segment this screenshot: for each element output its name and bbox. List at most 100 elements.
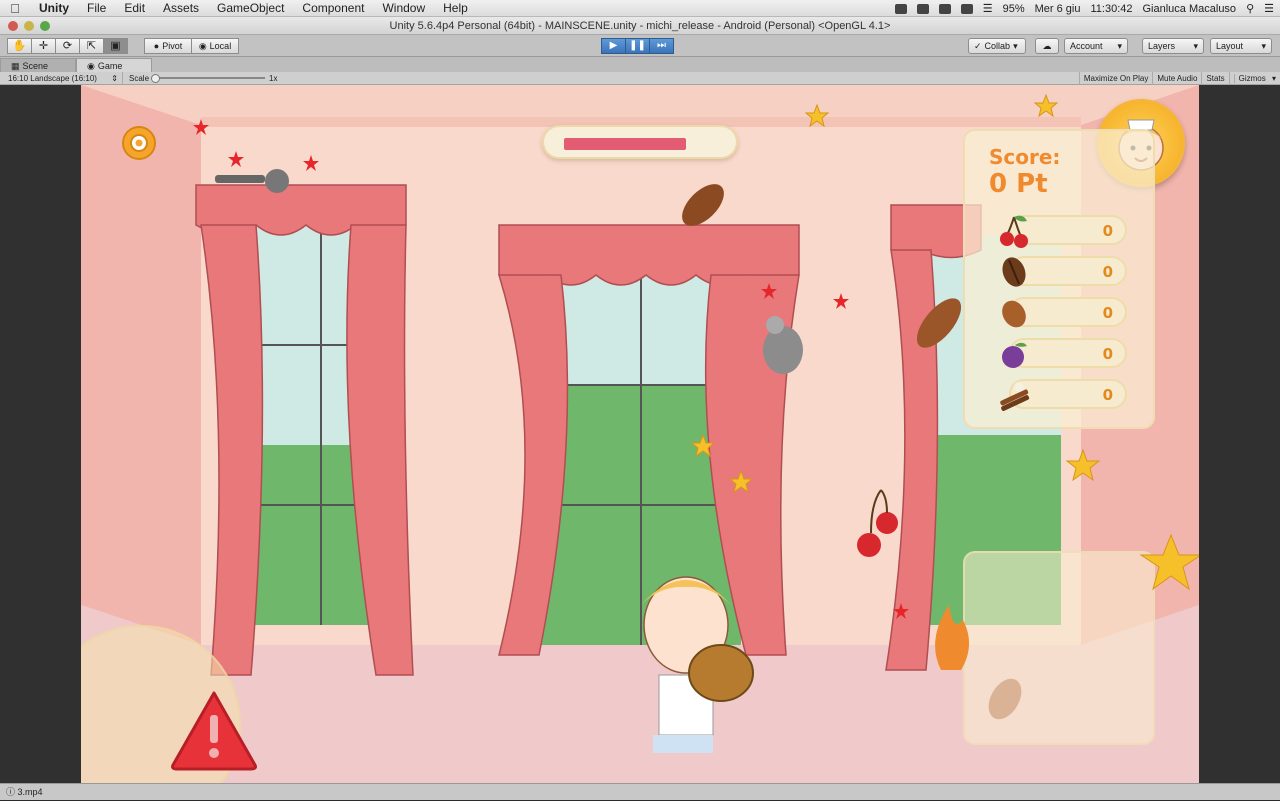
menu-edit[interactable]: Edit bbox=[115, 0, 154, 17]
account-dropdown[interactable]: Account ▾ bbox=[1064, 38, 1128, 54]
tray-icon[interactable] bbox=[938, 3, 951, 14]
gizmos-dropdown[interactable]: Gizmos ▾ bbox=[1228, 72, 1280, 85]
move-tool-button[interactable]: ✛ bbox=[31, 38, 56, 54]
game-view-toolbar: 16:10 Landscape (16:10) ⇕ Scale 1x Maximi… bbox=[0, 71, 1280, 85]
falling-cherry bbox=[857, 489, 898, 557]
tab-game-label: Game bbox=[97, 60, 123, 71]
menu-component[interactable]: Component bbox=[293, 0, 373, 17]
transform-tools: ✋ ✛ ⟳ ⇱ ▣ bbox=[7, 38, 128, 54]
account-label: Account bbox=[1070, 41, 1103, 51]
cloud-group: ☁ bbox=[1035, 38, 1059, 54]
fire-sprite bbox=[935, 605, 970, 670]
tray-icon[interactable] bbox=[960, 3, 973, 14]
aspect-label: 16:10 Landscape (16:10) bbox=[8, 73, 97, 83]
collab-button[interactable]: ✓ Collab ▾ bbox=[968, 38, 1026, 54]
spotlight-search-icon[interactable]: ⚲ bbox=[1246, 2, 1254, 15]
status-text: 3.mp4 bbox=[17, 787, 43, 797]
scale-control: Scale 1x bbox=[123, 74, 277, 83]
tab-scene-label: Scene bbox=[22, 60, 49, 71]
window-title: Unity 5.6.4p4 Personal (64bit) - MAINSCE… bbox=[389, 20, 891, 32]
tab-scene[interactable]: ▦ Scene bbox=[0, 58, 76, 72]
scale-label: Scale bbox=[129, 73, 150, 83]
clock-date[interactable]: Mer 6 giu bbox=[1035, 3, 1081, 15]
game-viewport: Score: 0 Pt 0 0 0 0 0 bbox=[0, 85, 1280, 783]
user-name[interactable]: Gianluca Macaluso bbox=[1143, 3, 1237, 15]
pivot-label: Pivot bbox=[162, 41, 183, 51]
collab-label: Collab bbox=[984, 41, 1011, 51]
editor-tabbar: ▦ Scene ◉ Game bbox=[0, 57, 1280, 72]
collab-group: ✓ Collab ▾ bbox=[968, 38, 1026, 54]
window-controls bbox=[8, 21, 50, 31]
mouse-enemy bbox=[763, 316, 803, 374]
tray-icon[interactable] bbox=[916, 3, 929, 14]
layers-group: Layers ▾ bbox=[1142, 38, 1204, 54]
chevron-down-icon: ▾ bbox=[1013, 41, 1018, 51]
falling-cocoa-bean bbox=[682, 184, 724, 226]
scale-tool-button[interactable]: ⇱ bbox=[79, 38, 104, 54]
warning-icon[interactable] bbox=[169, 689, 259, 771]
game-icon: ◉ bbox=[87, 60, 95, 71]
tab-game[interactable]: ◉ Game bbox=[76, 58, 152, 72]
pivot-toggles: ● Pivot ◉ Local bbox=[144, 38, 239, 54]
play-controls: ▶ ❚❚ ⏭ bbox=[601, 38, 674, 54]
menubar-status-area: ☰ 95% Mer 6 giu 11:30:42 Gianluca Macalu… bbox=[894, 0, 1274, 17]
menu-window[interactable]: Window bbox=[373, 0, 434, 17]
check-icon: ✓ bbox=[974, 41, 982, 51]
status-bar: ⓘ 3.mp4 bbox=[0, 783, 1280, 800]
notification-center-icon[interactable]: ☰ bbox=[1264, 2, 1274, 15]
menu-file[interactable]: File bbox=[78, 0, 115, 17]
pivot-icon: ● bbox=[153, 41, 160, 51]
chevron-down-icon: ▾ bbox=[1117, 41, 1122, 51]
chevron-down-icon: ▾ bbox=[1193, 41, 1198, 51]
scene-icon: ▦ bbox=[11, 60, 20, 71]
wifi-icon[interactable]: ☰ bbox=[983, 2, 993, 15]
minimize-window-button[interactable] bbox=[24, 21, 34, 31]
game-canvas[interactable]: Score: 0 Pt 0 0 0 0 0 bbox=[81, 85, 1199, 783]
maximize-on-play-toggle[interactable]: Maximize On Play bbox=[1078, 72, 1152, 85]
layers-dropdown[interactable]: Layers ▾ bbox=[1142, 38, 1204, 54]
apple-icon[interactable]:  bbox=[0, 1, 30, 16]
pivot-button[interactable]: ● Pivot bbox=[144, 38, 192, 54]
game-view-toggles: Maximize On Play Mute Audio Stats Gizmos… bbox=[1078, 72, 1280, 85]
cloud-icon[interactable]: ☁ bbox=[1035, 38, 1059, 54]
scale-value: 1x bbox=[269, 73, 278, 83]
chevron-down-icon: ▾ bbox=[1261, 41, 1266, 51]
menu-assets[interactable]: Assets bbox=[154, 0, 208, 17]
play-button[interactable]: ▶ bbox=[601, 38, 626, 54]
battery-percent[interactable]: 95% bbox=[1003, 3, 1025, 15]
unity-toolbar: ✋ ✛ ⟳ ⇱ ▣ ● Pivot ◉ Local ▶ ❚❚ ⏭ ✓ Collab ▾ … bbox=[0, 35, 1280, 57]
mac-menubar:  Unity File Edit Assets GameObject Comp… bbox=[0, 0, 1280, 17]
game-sprites bbox=[193, 93, 1199, 753]
tray-icon[interactable] bbox=[894, 3, 907, 14]
layers-label: Layers bbox=[1148, 41, 1176, 51]
layout-dropdown[interactable]: Layout ▾ bbox=[1210, 38, 1272, 54]
bomb-sprite bbox=[215, 169, 289, 193]
window-titlebar: Unity 5.6.4p4 Personal (64bit) - MAINSCE… bbox=[0, 17, 1280, 35]
layout-label: Layout bbox=[1216, 41, 1244, 51]
hand-tool-button[interactable]: ✋ bbox=[7, 38, 32, 54]
pause-button[interactable]: ❚❚ bbox=[625, 38, 650, 54]
menu-help[interactable]: Help bbox=[434, 0, 477, 17]
account-group: Account ▾ bbox=[1064, 38, 1128, 54]
chevron-updown-icon: ⇕ bbox=[111, 73, 118, 83]
menu-app[interactable]: Unity bbox=[30, 0, 78, 17]
menu-gameobject[interactable]: GameObject bbox=[208, 0, 293, 17]
scale-slider[interactable] bbox=[151, 74, 266, 83]
layout-group: Layout ▾ bbox=[1210, 38, 1272, 54]
rect-tool-button[interactable]: ▣ bbox=[103, 38, 128, 54]
clock-time[interactable]: 11:30:42 bbox=[1090, 3, 1132, 15]
rotate-tool-button[interactable]: ⟳ bbox=[55, 38, 80, 54]
zoom-window-button[interactable] bbox=[40, 21, 50, 31]
stats-toggle[interactable]: Stats bbox=[1201, 72, 1228, 85]
close-window-button[interactable] bbox=[8, 21, 18, 31]
step-button[interactable]: ⏭ bbox=[649, 38, 674, 54]
falling-almond bbox=[916, 298, 962, 348]
info-icon: ⓘ bbox=[6, 787, 16, 797]
chef-player bbox=[641, 576, 754, 753]
local-label: Local bbox=[209, 41, 232, 51]
gizmos-label: Gizmos bbox=[1233, 74, 1270, 83]
red-sparkles bbox=[193, 119, 909, 619]
mute-audio-toggle[interactable]: Mute Audio bbox=[1152, 72, 1201, 85]
local-button[interactable]: ◉ Local bbox=[191, 38, 239, 54]
aspect-dropdown[interactable]: 16:10 Landscape (16:10) ⇕ bbox=[0, 71, 123, 85]
